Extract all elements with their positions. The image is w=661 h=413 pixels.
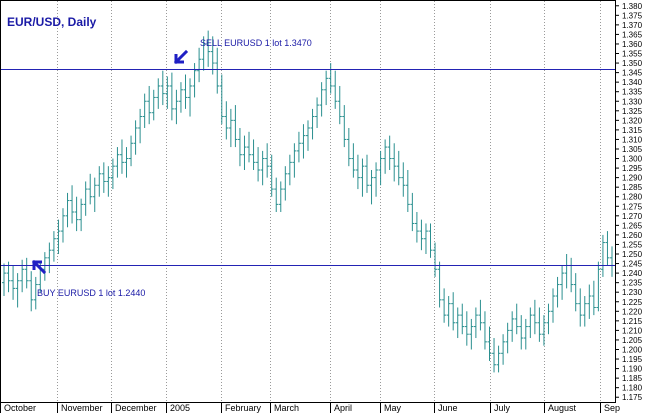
y-tick-label: 1.260 <box>622 231 643 240</box>
plot-frame <box>0 0 616 403</box>
y-tick-label: 1.350 <box>622 59 643 68</box>
y-tick-label: 1.210 <box>622 326 643 335</box>
x-tick-label: April <box>334 403 352 413</box>
y-tick-label: 1.195 <box>622 355 643 364</box>
y-tick-label: 1.175 <box>622 393 643 402</box>
chart-title: EUR/USD, Daily <box>7 15 97 29</box>
y-tick-label: 1.315 <box>622 126 643 135</box>
y-tick-label: 1.180 <box>622 384 643 393</box>
y-tick-label: 1.235 <box>622 279 643 288</box>
y-tick-label: 1.240 <box>622 269 643 278</box>
y-axis: 1.3801.3751.3701.3651.3601.3551.3501.345… <box>615 2 643 402</box>
y-tick-label: 1.330 <box>622 97 643 106</box>
x-tick-label: November <box>61 403 103 413</box>
y-tick-label: 1.305 <box>622 145 643 154</box>
y-tick-label: 1.220 <box>622 307 643 316</box>
y-tick-label: 1.300 <box>622 155 643 164</box>
x-tick-label: October <box>4 403 36 413</box>
buy-annotation: BUY EURUSD 1 lot 1.2440 <box>37 288 145 298</box>
y-tick-label: 1.270 <box>622 212 643 221</box>
x-tick-label: Sep <box>604 403 620 413</box>
x-tick-label: February <box>225 403 262 413</box>
y-tick-label: 1.345 <box>622 69 643 78</box>
y-tick-label: 1.380 <box>622 2 643 11</box>
x-axis: October November December 2005 February March… <box>0 402 620 413</box>
y-tick-label: 1.340 <box>622 78 643 87</box>
x-tick-label: May <box>384 403 402 413</box>
chart-container: 1.380 1.375 1.370 1.365 1.360 1.355 1.350 1.345… <box>0 0 661 413</box>
y-tick-label: 1.325 <box>622 107 643 116</box>
y-tick-label: 1.230 <box>622 288 643 297</box>
y-tick-label: 1.255 <box>622 240 643 249</box>
y-tick-label: 1.360 <box>622 40 643 49</box>
y-tick-label: 1.185 <box>622 374 643 383</box>
y-tick-label: 1.365 <box>622 30 643 39</box>
y-tick-label: 1.320 <box>622 116 643 125</box>
y-tick-label: 1.275 <box>622 202 643 211</box>
y-tick-label: 1.290 <box>622 174 643 183</box>
y-tick-label: 1.285 <box>622 183 643 192</box>
y-tick-label: 1.370 <box>622 21 643 30</box>
y-tick-label: 1.215 <box>622 317 643 326</box>
y-tick-label: 1.355 <box>622 50 643 59</box>
ohlc-chart: 1.3801.3751.3701.3651.3601.3551.3501.345… <box>0 0 643 413</box>
y-tick-label: 1.280 <box>622 193 643 202</box>
x-tick-label: July <box>494 403 511 413</box>
y-tick-label: 1.200 <box>622 345 643 354</box>
x-tick-label: March <box>274 403 299 413</box>
y-tick-label: 1.295 <box>622 164 643 173</box>
y-tick-label: 1.310 <box>622 135 643 144</box>
sell-annotation: SELL EURUSD 1 lot 1.3470 <box>200 38 312 48</box>
x-tick-label: 2005 <box>170 403 190 413</box>
x-tick-label: June <box>438 403 458 413</box>
y-tick-label: 1.375 <box>622 11 643 20</box>
y-tick-label: 1.190 <box>622 365 643 374</box>
y-tick-label: 1.250 <box>622 250 643 259</box>
y-tick-label: 1.245 <box>622 260 643 269</box>
y-tick-label: 1.265 <box>622 221 643 230</box>
y-tick-label: 1.205 <box>622 336 643 345</box>
y-tick-label: 1.335 <box>622 88 643 97</box>
y-tick-label: 1.225 <box>622 298 643 307</box>
x-tick-label: December <box>115 403 157 413</box>
x-tick-label: August <box>548 403 577 413</box>
